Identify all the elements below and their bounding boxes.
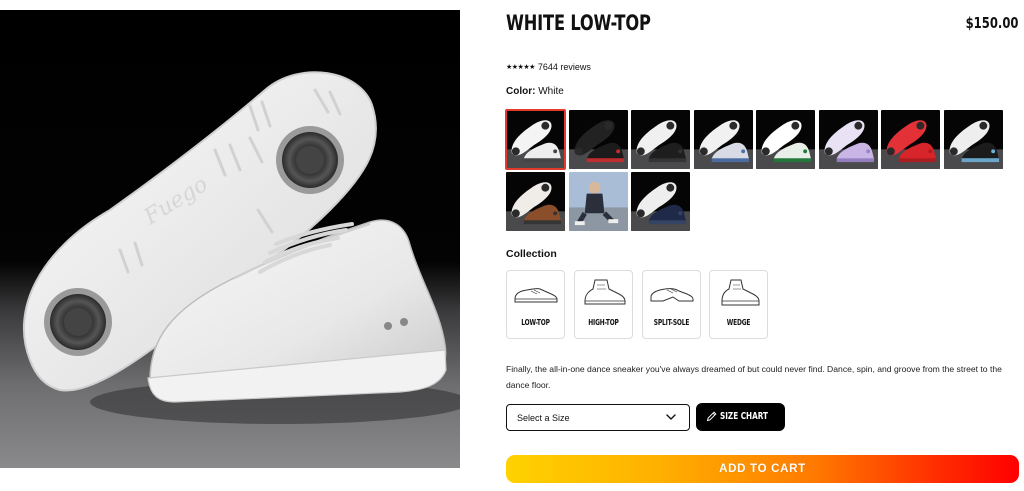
swatch-thumbnail	[568, 110, 628, 169]
color-swatch-white-green[interactable]	[756, 110, 815, 169]
color-swatch-black-light-blue[interactable]	[943, 110, 1003, 169]
rating-stars: ★★★★★	[506, 64, 535, 71]
swatch-thumbnail	[693, 110, 753, 169]
swatch-thumbnail	[818, 110, 878, 169]
swatch-thumbnail	[756, 110, 815, 169]
size-chart-label: SIZE CHART	[720, 411, 768, 422]
product-hero-image: Fuego	[0, 10, 460, 468]
high-top-shoe-icon	[584, 279, 626, 305]
collection-option-split-sole[interactable]: SPLIT-SOLE	[642, 270, 701, 339]
color-value: White	[538, 86, 564, 97]
product-price: $150.00	[965, 14, 1018, 32]
collection-option-high-top[interactable]: HIGH-TOP	[574, 270, 633, 339]
collection-label-low-top: LOW-TOP	[521, 318, 550, 327]
color-swatch-white-blue[interactable]	[693, 110, 753, 169]
add-to-cart-button[interactable]: ADD TO CART	[506, 455, 1019, 483]
wedge-shoe-icon	[721, 279, 760, 306]
product-title: WHITE LOW-TOP	[506, 11, 651, 35]
color-swatch-black-red[interactable]	[568, 110, 628, 169]
product-description: Finally, the all-in-one dance sneaker yo…	[506, 364, 1002, 390]
low-top-shoe-icon	[514, 288, 558, 303]
color-swatch-white[interactable]	[505, 109, 566, 170]
swatch-thumbnail	[506, 172, 565, 231]
add-to-cart-label: ADD TO CART	[719, 463, 806, 475]
color-swatch-navy[interactable]	[631, 172, 690, 231]
size-chart-button[interactable]: SIZE CHART	[696, 403, 785, 431]
split-sole-shoe-icon	[650, 288, 694, 302]
rating-summary[interactable]: ★★★★★ 7644 reviews	[506, 62, 591, 72]
size-select-placeholder: Select a Size	[517, 413, 570, 423]
color-swatch-lavender[interactable]	[818, 110, 878, 169]
color-selection-label: Color: White	[506, 86, 564, 97]
swatch-thumbnail	[506, 110, 565, 169]
swatch-thumbnail	[568, 172, 628, 231]
swatch-thumbnail	[631, 172, 690, 231]
color-label: Color:	[506, 86, 536, 97]
collection-option-wedge[interactable]: WEDGE	[709, 270, 768, 339]
color-swatch-black-white[interactable]	[631, 110, 690, 169]
swatch-thumbnail	[943, 110, 1003, 169]
swatch-thumbnail	[881, 110, 940, 169]
sneaker-photo: Fuego	[22, 71, 460, 424]
collection-label-high-top: HIGH-TOP	[588, 318, 619, 327]
color-swatch-brown[interactable]	[506, 172, 565, 231]
chevron-down-icon	[666, 414, 676, 420]
collection-label-wedge: WEDGE	[726, 318, 751, 327]
collection-label: Collection	[506, 248, 557, 260]
ruler-pencil-icon	[706, 411, 717, 422]
swatch-thumbnail	[631, 110, 690, 169]
collection-label-split-sole: SPLIT-SOLE	[653, 318, 690, 327]
review-count[interactable]: 7644 reviews	[538, 62, 591, 72]
color-swatch-lifestyle-photo[interactable]	[568, 172, 628, 231]
size-select[interactable]: Select a Size	[506, 404, 690, 431]
collection-option-low-top[interactable]: LOW-TOP	[506, 270, 565, 339]
color-swatch-red[interactable]	[881, 110, 940, 169]
